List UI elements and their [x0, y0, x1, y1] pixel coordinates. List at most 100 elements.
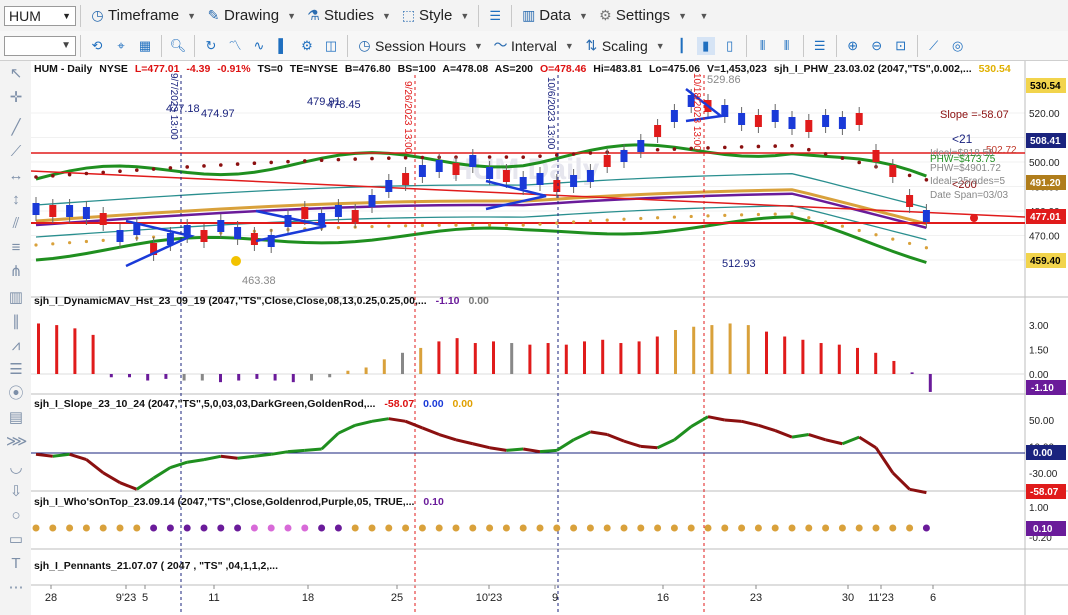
pivot-dot [118, 169, 122, 174]
channel-tool-icon[interactable]: ⫽ [6, 215, 26, 233]
indicator-icon[interactable]: ∿ [250, 37, 268, 55]
crosshair-tool-icon[interactable]: ✛ [6, 89, 26, 107]
secondary-selector[interactable]: ▼ [4, 35, 76, 56]
mav-bar [255, 374, 259, 379]
candle-body [66, 205, 74, 217]
volume-icon[interactable]: ▌ [274, 37, 292, 55]
layout-grid-icon[interactable]: ▦ [136, 37, 154, 55]
levels-icon[interactable]: ☰ [6, 361, 26, 379]
candle-body [889, 165, 897, 177]
grid-tool-icon[interactable]: ▤ [6, 409, 26, 427]
whos-dot [418, 524, 426, 532]
add-chart-icon[interactable]: ⟋ [925, 37, 943, 55]
mav-bar [364, 367, 368, 374]
interval-menu[interactable]: 〜 Interval ▼ [488, 34, 579, 58]
candle-body [351, 210, 359, 222]
text-tool-icon[interactable]: T [6, 555, 26, 573]
bar-expand-icon[interactable]: ⦀ [778, 37, 796, 55]
drawing-menu[interactable]: ✎ Drawing ▼ [201, 4, 301, 28]
candle-body [637, 140, 645, 152]
layout-icon[interactable]: ☰ [486, 7, 504, 25]
price-label: 463.38 [242, 275, 276, 287]
studies-menu[interactable]: ⚗ Studies ▼ [301, 4, 396, 28]
pivot-dot [924, 246, 929, 250]
fibonacci-tool-icon[interactable]: ≡ [6, 239, 26, 257]
zoom-out-icon[interactable]: ⊖ [868, 37, 886, 55]
symbol-selector[interactable]: HUM ▼ [4, 5, 76, 26]
cycle-tool-icon[interactable]: ⦿ [6, 385, 26, 403]
candle-body [502, 170, 510, 182]
style-menu[interactable]: ⬚ Style ▼ [396, 4, 474, 28]
time-axis-label: 23 [750, 592, 762, 604]
rectangle-tool-icon[interactable]: ▭ [6, 531, 26, 549]
mav-bar [728, 323, 732, 374]
pointer-tool-icon[interactable]: ↖ [6, 65, 26, 83]
speed-lines-icon[interactable]: ⋙ [6, 433, 27, 451]
pivot-dot [403, 156, 408, 160]
time-axis-label: 11'23 [868, 592, 894, 604]
ellipse-tool-icon[interactable]: ○ [6, 507, 26, 525]
timeframe-menu-label: Timeframe [108, 7, 180, 24]
trend-icon[interactable]: ◎ [949, 37, 967, 55]
ma21-annotation: <21 [952, 132, 973, 146]
whos-dot [654, 524, 662, 532]
price-label: 477.18 [166, 103, 200, 115]
bar-compress-icon[interactable]: ⦀ [754, 37, 772, 55]
layers-icon[interactable]: ◫ [322, 37, 340, 55]
overflow-chevron-icon[interactable]: ▼ [695, 7, 713, 25]
chart-style-icon[interactable]: 〽 [226, 37, 244, 55]
candle-chart-icon[interactable]: ▮ [696, 36, 715, 55]
ray-tool-icon[interactable]: ⟋ [6, 143, 26, 161]
pivot-dot [168, 166, 173, 170]
pivot-dot [84, 239, 88, 244]
trendline-tool-icon[interactable]: ╱ [6, 119, 26, 137]
more-tools-icon[interactable]: ⋯ [6, 579, 26, 597]
panes-icon[interactable]: ☰ [811, 37, 829, 55]
vertical-line-icon[interactable]: ↕ [6, 191, 26, 209]
pivot-dot [656, 216, 660, 220]
horizontal-line-icon[interactable]: ↔ [6, 167, 26, 185]
data-menu[interactable]: ▥ Data ▼ [516, 4, 593, 28]
settings-icon[interactable]: ⚙ [298, 37, 316, 55]
mav-bar [419, 347, 423, 374]
whos-dot [469, 524, 477, 532]
candle-body [654, 125, 662, 137]
crosshair-tool-icon[interactable]: ⌖ [112, 37, 130, 55]
whos-dot [788, 524, 796, 532]
toolbar-separator [511, 4, 513, 27]
pivot-dot [823, 152, 828, 156]
candle-body [855, 113, 863, 125]
mav-bar [692, 326, 696, 374]
pivot-dot [672, 215, 677, 219]
mav-pane-title: sjh_I_DynamicMAV_Hst_23_09_19 (2047,"TS"… [34, 295, 489, 307]
arrow-down-icon[interactable]: ⇩ [6, 483, 26, 501]
timeframe-menu[interactable]: ◷ Timeframe ▼ [85, 4, 201, 28]
parallel-lines-icon[interactable]: ∥ [6, 313, 26, 331]
mav-bar [837, 344, 841, 374]
gann-tool-icon[interactable]: ▥ [6, 289, 26, 307]
regression-icon[interactable]: ⩘ [6, 337, 26, 355]
candle-body [334, 205, 342, 217]
slope-segment [35, 452, 53, 458]
toolbar-separator [478, 4, 480, 27]
mav-bar [310, 374, 313, 381]
pitchfork-tool-icon[interactable]: ⋔ [6, 263, 26, 281]
whos-dot [250, 524, 258, 532]
refresh-icon[interactable]: ↻ [202, 37, 220, 55]
session-hours-menu[interactable]: ◷ Session Hours ▼ [352, 34, 488, 58]
zoom-range-icon[interactable]: 🔍︎ [169, 37, 187, 55]
bar-chart-icon[interactable]: ┃ [673, 37, 691, 55]
pivot-dot [235, 162, 240, 166]
whos-dot [334, 524, 342, 532]
chart-area[interactable]: HUM Daily HUM - Daily NYSE L=477.01 -4.3… [31, 61, 1068, 615]
cursor-tool-icon[interactable]: ⟲ [88, 37, 106, 55]
scaling-menu[interactable]: ⇅ Scaling ▼ [579, 34, 670, 58]
pivot-dot [706, 146, 710, 150]
price-badge-text: 477.01 [1030, 212, 1061, 223]
hollow-candle-icon[interactable]: ▯ [721, 37, 739, 55]
zoom-in-icon[interactable]: ⊕ [844, 37, 862, 55]
reset-zoom-icon[interactable]: ⊡ [892, 37, 910, 55]
settings-menu[interactable]: ⚙ Settings ▼ [593, 4, 692, 28]
arc-tool-icon[interactable]: ◡ [6, 459, 26, 477]
toolbar-separator [835, 34, 837, 57]
